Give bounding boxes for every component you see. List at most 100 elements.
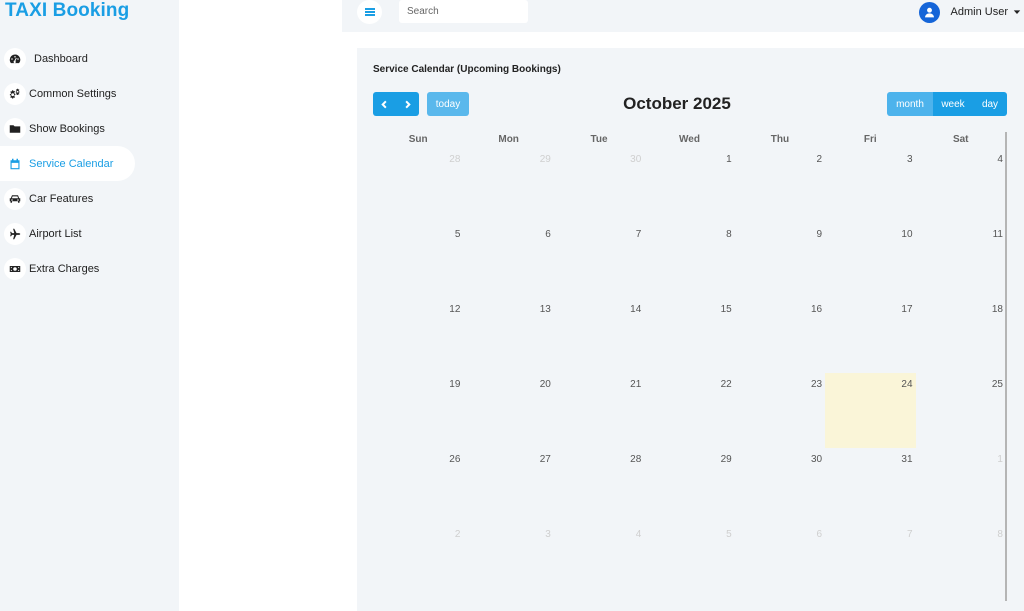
view-switcher: month week day — [887, 92, 1007, 116]
sidebar-item-extra-charges[interactable]: Extra Charges — [0, 251, 135, 286]
calendar-day-cell[interactable]: 4 — [554, 523, 644, 598]
calendar-day-cell[interactable]: 16 — [735, 298, 825, 373]
sidebar-item-label: Common Settings — [29, 87, 117, 100]
calendar-day-cell[interactable]: 9 — [735, 223, 825, 298]
user-menu[interactable]: Admin User — [918, 1, 1024, 23]
day-number: 3 — [906, 154, 913, 165]
prev-month-button[interactable] — [373, 92, 396, 116]
day-of-week-header: Sun Mon Tue Wed Thu Fri Sat — [373, 132, 1006, 148]
calendar-day-cell[interactable]: 2 — [735, 148, 825, 223]
calendar-day-cell[interactable]: 28 — [373, 148, 463, 223]
calendar-day-cell[interactable]: 25 — [916, 373, 1006, 448]
day-number: 8 — [997, 529, 1003, 540]
sidebar-item-service-calendar[interactable]: Service Calendar — [0, 146, 135, 181]
menu-toggle-button[interactable] — [357, 0, 382, 24]
day-number: 10 — [901, 229, 913, 240]
calendar-day-cell[interactable]: 19 — [373, 373, 463, 448]
chevron-right-icon — [405, 100, 411, 108]
hamburger-icon — [364, 8, 375, 16]
calendar-day-cell[interactable]: 20 — [463, 373, 553, 448]
day-number: 1 — [726, 154, 732, 165]
view-day-button[interactable]: day — [973, 92, 1007, 116]
next-month-button[interactable] — [396, 92, 419, 116]
calendar-day-cell[interactable]: 15 — [644, 298, 734, 373]
day-number: 30 — [810, 454, 823, 465]
sidebar-item-common-settings[interactable]: Common Settings — [0, 76, 135, 111]
day-number: 27 — [539, 454, 551, 465]
calendar-day-cell[interactable]: 2 — [373, 523, 463, 598]
calendar-day-cell[interactable]: 31 — [825, 448, 915, 523]
day-number: 5 — [726, 529, 732, 540]
calendar-day-cell[interactable]: 5 — [373, 223, 463, 298]
calendar-day-cell[interactable]: 17 — [825, 298, 915, 373]
sidebar: TAXI Booking Dashboard Common Settings S… — [0, 0, 179, 611]
calendar-week-row: 26 27 28 29 30 31 1 — [373, 448, 1006, 523]
day-number: 15 — [720, 304, 732, 315]
calendar-day-cell[interactable]: 29 — [463, 148, 553, 223]
calendar-day-cell[interactable]: 6 — [463, 223, 553, 298]
calendar-day-cell-today[interactable]: 24 — [825, 373, 916, 448]
day-number: 28 — [630, 454, 642, 465]
car-icon — [4, 187, 26, 210]
view-month-button[interactable]: month — [887, 92, 933, 116]
day-number: 2 — [816, 154, 823, 165]
calendar-day-cell[interactable]: 10 — [825, 223, 915, 298]
calendar-day-cell[interactable]: 27 — [463, 448, 553, 523]
calendar-day-cell[interactable]: 4 — [916, 148, 1006, 223]
calendar-day-cell[interactable]: 29 — [644, 448, 734, 523]
calendar-day-cell[interactable]: 6 — [735, 523, 825, 598]
calendar-day-cell[interactable]: 13 — [463, 298, 553, 373]
day-number: 29 — [720, 454, 732, 465]
calendar-day-cell[interactable]: 5 — [644, 523, 734, 598]
day-number: 16 — [810, 304, 823, 315]
sidebar-item-airport-list[interactable]: Airport List — [0, 216, 135, 251]
calendar-week-row: 19 20 21 22 23 24 25 — [373, 373, 1006, 448]
calendar-day-cell[interactable]: 30 — [735, 448, 825, 523]
day-number: 4 — [997, 154, 1003, 165]
calendar-month-title: October 2025 — [623, 94, 731, 113]
calendar-day-cell[interactable]: 3 — [463, 523, 553, 598]
calendar-day-cell[interactable]: 30 — [554, 148, 644, 223]
gauge-icon — [4, 47, 26, 70]
calendar-week-row: 5 6 7 8 9 10 11 — [373, 223, 1006, 298]
calendar-day-cell[interactable]: 7 — [825, 523, 915, 598]
sidebar-item-label: Extra Charges — [29, 262, 100, 275]
sidebar-item-car-features[interactable]: Car Features — [0, 181, 135, 216]
calendar-day-cell[interactable]: 11 — [916, 223, 1006, 298]
calendar-day-cell[interactable]: 8 — [916, 523, 1006, 598]
calendar-day-cell[interactable]: 1 — [644, 148, 734, 223]
calendar-day-cell[interactable]: 18 — [916, 298, 1006, 373]
sidebar-item-label: Airport List — [29, 227, 82, 240]
day-number: 29 — [539, 154, 551, 165]
day-number: 14 — [630, 304, 642, 315]
calendar-day-cell[interactable]: 1 — [916, 448, 1006, 523]
view-week-button[interactable]: week — [933, 92, 973, 116]
gears-icon — [4, 82, 26, 105]
chevron-left-icon — [381, 100, 387, 108]
calendar-day-cell[interactable]: 22 — [644, 373, 734, 448]
calendar-day-cell[interactable]: 8 — [644, 223, 734, 298]
calendar-day-cell[interactable]: 12 — [373, 298, 463, 373]
calendar-day-cell[interactable]: 21 — [554, 373, 644, 448]
day-number: 24 — [901, 379, 913, 390]
calendar-weeks: 28 29 30 1 2 3 4 5 6 7 8 9 10 11 12 13 14 15 16 17 18 19 20 21 2… — [373, 148, 1006, 598]
sidebar-item-show-bookings[interactable]: Show Bookings — [0, 111, 135, 146]
user-name: Admin User — [950, 6, 1008, 18]
day-number: 22 — [720, 379, 732, 390]
sidebar-item-dashboard[interactable]: Dashboard — [0, 41, 135, 76]
calendar-day-cell[interactable]: 26 — [373, 448, 463, 523]
calendar-day-cell[interactable]: 28 — [554, 448, 644, 523]
day-number: 12 — [449, 304, 461, 315]
calendar-nav-buttons — [373, 92, 419, 116]
calendar-day-cell[interactable]: 3 — [825, 148, 915, 223]
search-input[interactable] — [399, 0, 528, 23]
calendar-scrollbar[interactable] — [1005, 132, 1007, 601]
calendar-day-cell[interactable]: 7 — [554, 223, 644, 298]
brand-logo[interactable]: TAXI Booking — [5, 0, 129, 22]
top-bar: Admin User — [342, 0, 1024, 32]
day-header: Sun — [408, 134, 428, 145]
day-number: 11 — [992, 229, 1003, 240]
calendar-day-cell[interactable]: 23 — [735, 373, 825, 448]
today-button[interactable]: today — [427, 92, 469, 116]
calendar-day-cell[interactable]: 14 — [554, 298, 644, 373]
